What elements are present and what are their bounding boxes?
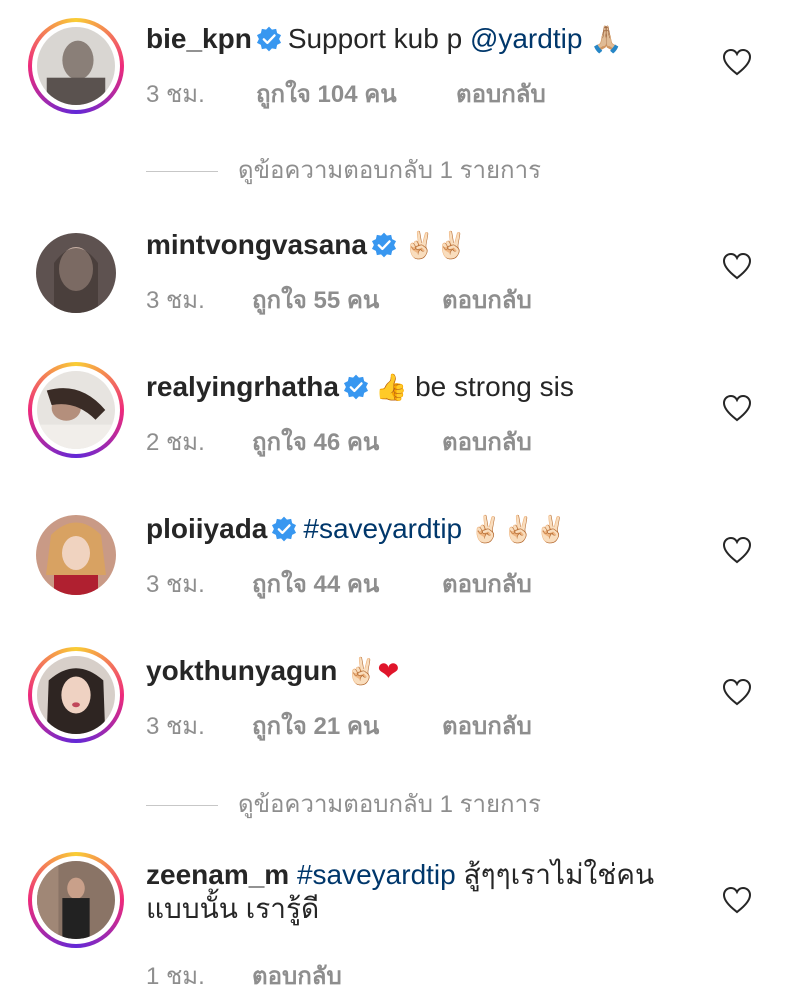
comment-text: bie_kpn Support kub p @yardtip 🙏🏼 — [146, 22, 623, 56]
like-heart-icon[interactable] — [722, 886, 752, 914]
mention-link[interactable]: @yardtip — [470, 23, 582, 54]
likes-count[interactable]: ถูกใจ 46 คน — [252, 422, 442, 461]
like-heart-icon[interactable] — [722, 252, 752, 280]
username-link[interactable]: zeenam_m — [146, 859, 289, 890]
username-link[interactable]: bie_kpn — [146, 23, 252, 54]
likes-count[interactable]: ถูกใจ 104 คน — [256, 74, 456, 113]
hashtag-link[interactable]: #saveyardtip — [297, 859, 456, 890]
avatar[interactable] — [28, 647, 124, 743]
comment-text: mintvongvasana ✌🏻✌🏻 — [146, 228, 468, 262]
avatar[interactable] — [28, 852, 124, 948]
view-replies-button[interactable]: ดูข้อความตอบกลับ 1 รายการ — [146, 784, 541, 823]
reply-button[interactable]: ตอบกลับ — [252, 956, 342, 995]
comment-text: yokthunyagun ✌🏻❤ — [146, 654, 399, 688]
avatar[interactable] — [28, 362, 124, 458]
comment-text: zeenam_m #saveyardtip สู้ๆๆเราไม่ใช่คนแบ… — [146, 858, 706, 926]
like-heart-icon[interactable] — [722, 48, 752, 76]
comment-text: ploiiyada #saveyardtip ✌🏻✌🏻✌🏻 — [146, 512, 567, 546]
likes-count[interactable]: ถูกใจ 55 คน — [252, 280, 442, 319]
avatar[interactable] — [28, 18, 124, 114]
like-heart-icon[interactable] — [722, 536, 752, 564]
timestamp: 3 ชม. — [146, 287, 205, 314]
username-link[interactable]: ploiiyada — [146, 513, 267, 544]
reply-button[interactable]: ตอบกลับ — [442, 564, 532, 603]
divider — [146, 171, 218, 173]
divider — [146, 805, 218, 807]
comment-meta: 3 ชม. ถูกใจ 55 คน ตอบกลับ — [146, 280, 532, 319]
avatar[interactable] — [28, 507, 124, 603]
victory-hand-emoji: ✌🏻✌🏻 — [402, 230, 468, 260]
thumbs-up-emoji: 👍 — [374, 372, 408, 402]
likes-count[interactable]: ถูกใจ 21 คน — [252, 706, 442, 745]
reply-button[interactable]: ตอบกลับ — [456, 74, 546, 113]
reply-button[interactable]: ตอบกลับ — [442, 706, 532, 745]
victory-hand-emoji: ✌🏻✌🏻✌🏻 — [469, 514, 568, 544]
comment-meta: 1 ชม. ตอบกลับ — [146, 956, 342, 995]
timestamp: 2 ชม. — [146, 429, 205, 456]
verified-badge-icon — [256, 26, 282, 52]
like-heart-icon[interactable] — [722, 394, 752, 422]
verified-badge-icon — [343, 374, 369, 400]
victory-hand-emoji: ✌🏻 — [345, 656, 378, 686]
avatar[interactable] — [28, 225, 124, 321]
reply-button[interactable]: ตอบกลับ — [442, 422, 532, 461]
username-link[interactable]: mintvongvasana — [146, 229, 367, 260]
timestamp: 1 ชม. — [146, 963, 205, 990]
view-replies-button[interactable]: ดูข้อความตอบกลับ 1 รายการ — [146, 150, 541, 189]
timestamp: 3 ชม. — [146, 713, 205, 740]
timestamp: 3 ชม. — [146, 571, 205, 598]
comment-meta: 3 ชม. ถูกใจ 21 คน ตอบกลับ — [146, 706, 532, 745]
praying-hands-emoji: 🙏🏼 — [590, 24, 623, 54]
verified-badge-icon — [271, 516, 297, 542]
verified-badge-icon — [371, 232, 397, 258]
comment-meta: 3 ชม. ถูกใจ 104 คน ตอบกลับ — [146, 74, 546, 113]
likes-count[interactable]: ถูกใจ 44 คน — [252, 564, 442, 603]
comment-meta: 2 ชม. ถูกใจ 46 คน ตอบกลับ — [146, 422, 532, 461]
comment-text: realyingrhatha 👍 be strong sis — [146, 370, 574, 404]
username-link[interactable]: realyingrhatha — [146, 371, 339, 402]
comment-body: Support kub p — [287, 23, 470, 54]
red-heart-emoji: ❤ — [377, 656, 400, 686]
comment-body: be strong sis — [407, 371, 574, 402]
hashtag-link[interactable]: #saveyardtip — [303, 513, 462, 544]
comment-meta: 3 ชม. ถูกใจ 44 คน ตอบกลับ — [146, 564, 532, 603]
username-link[interactable]: yokthunyagun — [146, 655, 337, 686]
reply-button[interactable]: ตอบกลับ — [442, 280, 532, 319]
like-heart-icon[interactable] — [722, 678, 752, 706]
timestamp: 3 ชม. — [146, 81, 205, 108]
